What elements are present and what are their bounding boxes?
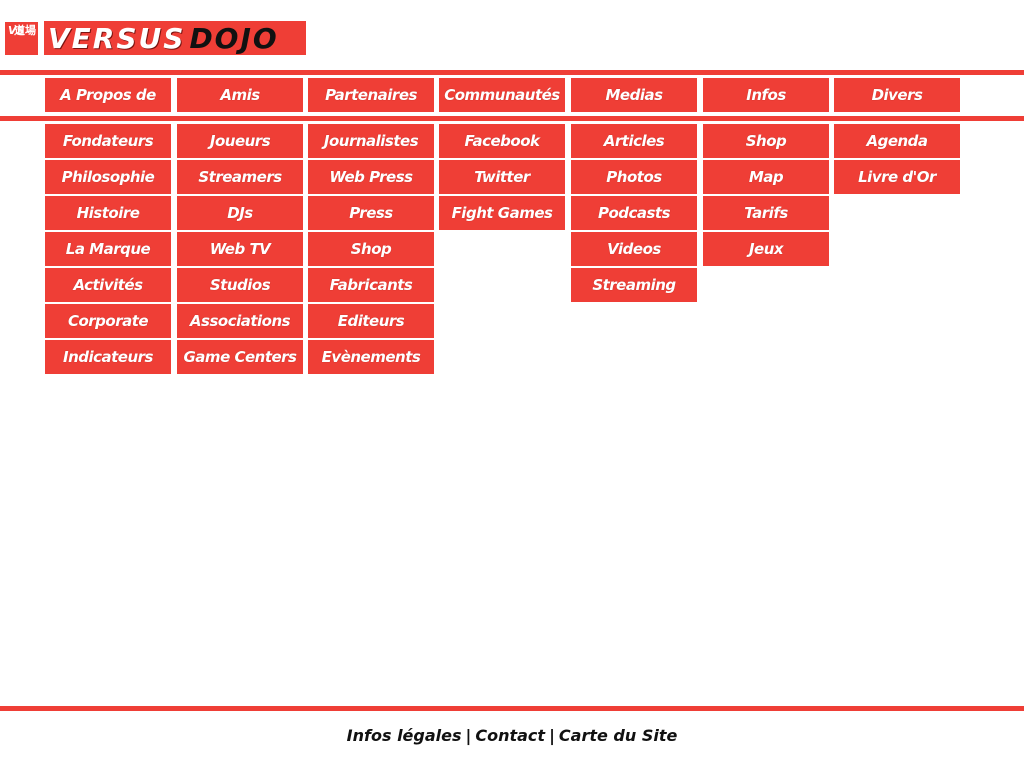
footer-link-sitemap[interactable]: Carte du Site — [559, 726, 677, 745]
menu-header[interactable]: Communautés — [439, 78, 565, 112]
menu-item[interactable]: Streaming — [571, 268, 697, 302]
menu-item[interactable]: La Marque — [45, 232, 171, 266]
menu-item[interactable]: Philosophie — [45, 160, 171, 194]
menu-item[interactable]: Shop — [703, 124, 829, 158]
logo-word-versus: VERSUS — [48, 21, 186, 55]
menu-item[interactable]: Facebook — [439, 124, 565, 158]
menu-item[interactable]: Joueurs — [177, 124, 303, 158]
page: VS 道場 VERSUS DOJO A Propos de Fondateurs P… — [0, 0, 1024, 768]
footer: Infos légales | Contact | Carte du Site — [0, 726, 1024, 745]
menu-item[interactable]: Tarifs — [703, 196, 829, 230]
menu-item[interactable]: Editeurs — [308, 304, 434, 338]
footer-link-legal[interactable]: Infos légales — [347, 726, 462, 745]
menu-item[interactable]: Livre d'Or — [834, 160, 960, 194]
menu-item[interactable]: Activités — [45, 268, 171, 302]
menu-item[interactable]: Press — [308, 196, 434, 230]
menu-header[interactable]: Divers — [834, 78, 960, 112]
menu-header[interactable]: Partenaires — [308, 78, 434, 112]
footer-divider — [0, 706, 1024, 711]
logo-wordmark: VERSUS DOJO — [44, 21, 306, 55]
top-divider — [0, 70, 1024, 75]
menu-header[interactable]: Infos — [703, 78, 829, 112]
menu-item[interactable]: Histoire — [45, 196, 171, 230]
menu-item[interactable]: Streamers — [177, 160, 303, 194]
menu-item[interactable]: DJs — [177, 196, 303, 230]
menu-item[interactable]: Corporate — [45, 304, 171, 338]
site-logo[interactable]: VS 道場 VERSUS DOJO — [5, 21, 306, 55]
menu-item[interactable]: Map — [703, 160, 829, 194]
menu-header[interactable]: Amis — [177, 78, 303, 112]
menu-item[interactable]: Web Press — [308, 160, 434, 194]
logo-mark: VS 道場 — [5, 21, 38, 55]
menu-item[interactable]: Photos — [571, 160, 697, 194]
menu-header[interactable]: Medias — [571, 78, 697, 112]
logo-mark-kanji: 道場 — [14, 23, 36, 37]
menu-item[interactable]: Articles — [571, 124, 697, 158]
menu-item[interactable]: Web TV — [177, 232, 303, 266]
menu-item[interactable]: Podcasts — [571, 196, 697, 230]
footer-separator: | — [465, 726, 472, 745]
menu-item[interactable]: Shop — [308, 232, 434, 266]
menu-item[interactable]: Fondateurs — [45, 124, 171, 158]
logo-word-dojo: DOJO — [189, 21, 279, 55]
menu-divider — [0, 116, 1024, 121]
menu-item[interactable]: Evènements — [308, 340, 434, 374]
menu-item[interactable]: Game Centers — [177, 340, 303, 374]
footer-separator: | — [549, 726, 555, 745]
menu-item[interactable]: Fabricants — [308, 268, 434, 302]
menu-item[interactable]: Videos — [571, 232, 697, 266]
menu-item[interactable]: Fight Games — [439, 196, 565, 230]
menu-item[interactable]: Associations — [177, 304, 303, 338]
menu-item[interactable]: Journalistes — [308, 124, 434, 158]
menu-item[interactable]: Agenda — [834, 124, 960, 158]
footer-link-contact[interactable]: Contact — [475, 726, 545, 745]
menu-header[interactable]: A Propos de — [45, 78, 171, 112]
menu-item[interactable]: Twitter — [439, 160, 565, 194]
menu-item[interactable]: Studios — [177, 268, 303, 302]
menu-item[interactable]: Jeux — [703, 232, 829, 266]
menu-item[interactable]: Indicateurs — [45, 340, 171, 374]
